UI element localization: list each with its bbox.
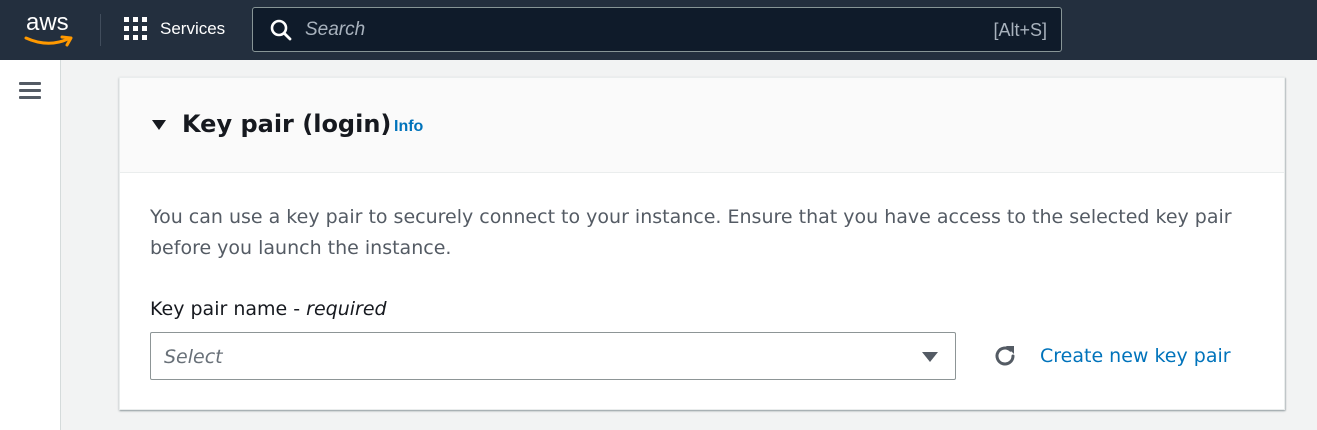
field-label-separator: - bbox=[287, 298, 307, 320]
dropdown-caret-icon bbox=[922, 352, 938, 362]
services-label: Services bbox=[160, 19, 226, 38]
key-pair-name-label: Key pair name - required bbox=[150, 297, 387, 321]
search-shortcut-hint: [Alt+S] bbox=[993, 20, 1047, 40]
left-side-rail bbox=[0, 60, 61, 430]
refresh-icon[interactable] bbox=[991, 342, 1019, 370]
key-pair-panel: Key pair (login) Info You can use a key … bbox=[119, 77, 1285, 410]
search-input[interactable] bbox=[305, 17, 945, 43]
search-icon bbox=[270, 19, 292, 41]
aws-logo-text: aws bbox=[26, 9, 69, 36]
hamburger-menu-icon[interactable] bbox=[19, 82, 41, 100]
field-label-text: Key pair name bbox=[150, 298, 288, 320]
panel-description: You can use a key pair to securely conne… bbox=[150, 206, 1232, 259]
info-link[interactable]: Info bbox=[394, 117, 423, 137]
aws-smile-icon bbox=[24, 35, 73, 47]
aws-logo[interactable]: aws bbox=[22, 8, 78, 48]
create-new-key-pair-link[interactable]: Create new key pair bbox=[1040, 344, 1231, 368]
services-menu-button[interactable]: Services bbox=[116, 10, 238, 48]
expand-caret-down-icon[interactable] bbox=[151, 118, 167, 132]
key-pair-select[interactable]: Select bbox=[150, 332, 956, 380]
services-grid-icon bbox=[124, 17, 148, 41]
top-navigation-bar: aws Services [Alt+S] bbox=[0, 0, 1317, 60]
required-indicator: required bbox=[306, 298, 387, 320]
panel-header: Key pair (login) Info bbox=[120, 78, 1284, 173]
search-bar[interactable]: [Alt+S] bbox=[252, 7, 1062, 52]
select-placeholder: Select bbox=[164, 346, 223, 368]
panel-title: Key pair (login) bbox=[182, 110, 392, 138]
nav-divider bbox=[100, 14, 101, 46]
